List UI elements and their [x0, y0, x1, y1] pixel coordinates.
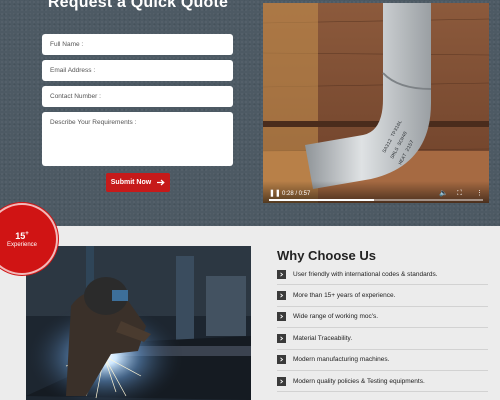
arrow-right-icon	[277, 291, 286, 301]
quote-section: Request a Quick Quote Submit Now	[0, 0, 500, 226]
welding-image	[26, 246, 251, 400]
submit-button[interactable]: Submit Now	[106, 173, 170, 192]
arrow-right-icon	[277, 333, 286, 343]
video-player[interactable]: SA312 TP316L SMLS SCH40 HEAT 2157 ❚❚ 0:2…	[263, 3, 489, 203]
why-item-text: User friendly with international codes &…	[293, 270, 438, 278]
list-item: More than 15+ years of experience.	[277, 285, 488, 307]
experience-years: 15+	[15, 231, 29, 241]
quote-title: Request a Quick Quote	[47, 0, 229, 11]
contact-number-field[interactable]	[42, 86, 233, 107]
arrow-right-icon	[277, 355, 286, 365]
list-item: Modern quality policies & Testing equipm…	[277, 371, 488, 393]
pipe-video-frame: SA312 TP316L SMLS SCH40 HEAT 2157	[263, 3, 489, 203]
video-progress-fill	[269, 199, 374, 201]
submit-button-label: Submit Now	[110, 179, 152, 186]
why-choose-us-title: Why Choose Us	[277, 248, 376, 263]
pause-icon[interactable]: ❚❚	[269, 189, 281, 198]
arrow-right-icon	[277, 312, 286, 322]
list-item: User friendly with international codes &…	[277, 264, 488, 286]
requirements-field[interactable]	[42, 112, 233, 166]
why-item-text: Material Traceability.	[293, 334, 353, 342]
fullscreen-icon[interactable]: ⛶	[457, 189, 462, 198]
why-item-text: Modern manufacturing machines.	[293, 356, 390, 364]
video-progress-track[interactable]	[269, 199, 483, 201]
why-item-text: Modern quality policies & Testing equipm…	[293, 377, 425, 385]
list-item: Wide range of working moc's.	[277, 307, 488, 329]
why-item-text: Wide range of working moc's.	[293, 313, 379, 321]
video-controls: ❚❚ 0:28 / 0:57 🔈 ⛶ ⋮	[263, 181, 489, 203]
arrow-right-icon	[277, 376, 286, 386]
why-item-text: More than 15+ years of experience.	[293, 292, 396, 300]
volume-icon[interactable]: 🔈	[439, 189, 448, 198]
list-item: Material Traceability.	[277, 328, 488, 350]
experience-label: Experience	[6, 242, 38, 248]
full-name-field[interactable]	[42, 34, 233, 55]
arrow-right-icon	[277, 269, 286, 279]
arrow-right-icon	[157, 179, 165, 186]
video-time: 0:28 / 0:57	[282, 191, 311, 197]
why-choose-us-list: User friendly with international codes &…	[277, 264, 488, 393]
list-item: Modern manufacturing machines.	[277, 350, 488, 371]
email-field[interactable]	[42, 60, 233, 81]
more-options-icon[interactable]: ⋮	[476, 189, 483, 198]
